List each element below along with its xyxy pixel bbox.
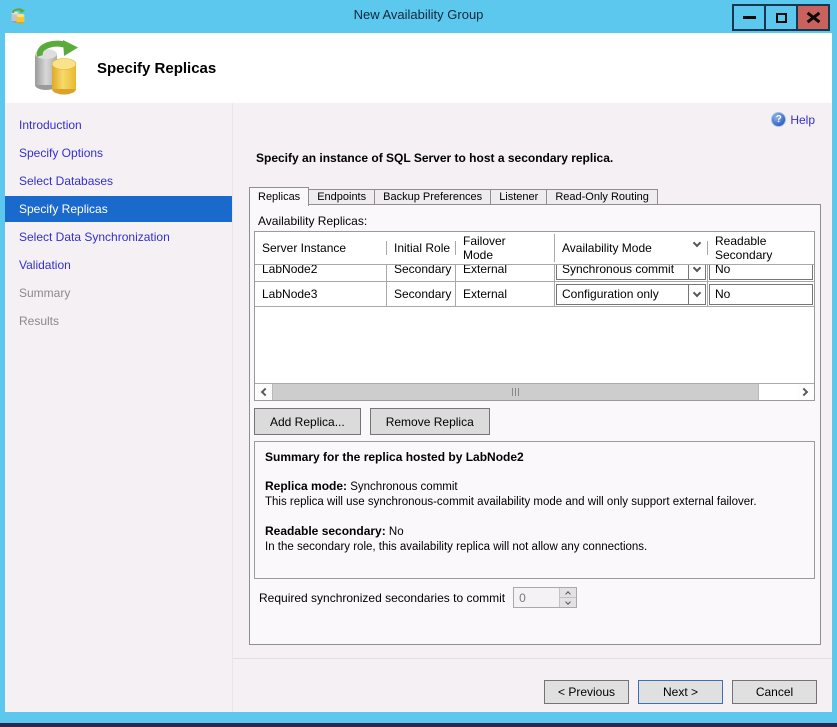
chevron-down-icon (688, 285, 705, 304)
window-title: New Availability Group (0, 7, 837, 22)
availability-replicas-grid: Server Instance Initial Role Failover Mo… (254, 231, 815, 401)
scroll-left-button[interactable] (255, 384, 272, 400)
minimize-button[interactable] (732, 4, 766, 31)
tab-listener[interactable]: Listener (491, 189, 547, 205)
wizard-header: Specify Replicas (5, 33, 832, 103)
tab-read-only-routing[interactable]: Read-Only Routing (547, 189, 658, 205)
spinner-down-button[interactable] (560, 597, 576, 607)
help-icon: ? (771, 112, 786, 127)
previous-button[interactable]: < Previous (544, 680, 629, 704)
footer-divider (233, 658, 832, 659)
sidebar-item-select-data-synchronization[interactable]: Select Data Synchronization (5, 224, 232, 250)
scrollbar-track[interactable] (759, 384, 797, 400)
sidebar-item-select-databases[interactable]: Select Databases (5, 168, 232, 194)
wizard-steps-sidebar: Introduction Specify Options Select Data… (5, 103, 232, 712)
summary-title: Summary for the replica hosted by LabNod… (265, 450, 804, 465)
next-button[interactable]: Next > (638, 680, 723, 704)
close-icon (807, 11, 820, 24)
add-replica-button[interactable]: Add Replica... (254, 408, 361, 435)
horizontal-scrollbar (255, 383, 814, 400)
cell-server-instance: LabNode3 (255, 282, 387, 306)
col-header-readable-secondary: Readable Secondary (708, 234, 814, 262)
tabstrip: Replicas Endpoints Backup Preferences Li… (249, 186, 658, 205)
cell-initial-role: Secondary (387, 282, 456, 306)
col-header-failover-mode: Failover Mode (463, 234, 525, 262)
col-header-availability-mode: Availability Mode (555, 241, 708, 255)
help-link[interactable]: ? Help (771, 112, 815, 127)
replica-mode-description: This replica will use synchronous-commit… (265, 495, 804, 510)
sidebar-item-specify-replicas[interactable]: Specify Replicas (5, 196, 232, 222)
sidebar-item-specify-options[interactable]: Specify Options (5, 140, 232, 166)
window-bottom-edge (0, 723, 837, 727)
readable-secondary-label: Readable secondary: (265, 524, 386, 538)
sidebar-item-validation[interactable]: Validation (5, 252, 232, 278)
database-sync-icon (32, 40, 80, 96)
page-title: Specify Replicas (97, 60, 216, 77)
titlebar: New Availability Group (0, 0, 837, 33)
replica-mode-label: Replica mode: (265, 479, 347, 493)
chevron-down-icon (565, 599, 571, 605)
grid-header-row: Server Instance Initial Role Failover Mo… (255, 232, 814, 265)
scrollbar-thumb[interactable] (272, 384, 759, 400)
chevron-right-icon (800, 388, 808, 396)
spinner-value: 0 (514, 588, 559, 607)
availability-replicas-label: Availability Replicas: (258, 214, 367, 228)
tab-replicas[interactable]: Replicas (249, 187, 309, 206)
remove-replica-button[interactable]: Remove Replica (370, 408, 490, 435)
sidebar-item-results: Results (5, 308, 232, 334)
readable-secondary-dropdown[interactable]: No (709, 284, 813, 305)
required-secondaries-spinner[interactable]: 0 (513, 587, 577, 608)
instruction-text: Specify an instance of SQL Server to hos… (256, 151, 613, 165)
spinner-up-button[interactable] (560, 588, 576, 597)
scroll-right-button[interactable] (797, 384, 814, 400)
sidebar-item-introduction[interactable]: Introduction (5, 112, 232, 138)
chevron-up-icon (565, 591, 571, 597)
readable-secondary-value: No (389, 526, 404, 538)
replica-row-labnode3[interactable]: LabNode3 Secondary External Configuratio… (255, 282, 814, 307)
help-label: Help (790, 113, 815, 127)
close-button[interactable] (796, 4, 830, 31)
cancel-button[interactable]: Cancel (732, 680, 817, 704)
new-availability-group-dialog: New Availability Group (0, 0, 837, 727)
col-header-server-instance: Server Instance (255, 241, 387, 255)
col-header-initial-role: Initial Role (394, 241, 450, 255)
maximize-icon (776, 13, 787, 23)
tab-backup-preferences[interactable]: Backup Preferences (375, 189, 491, 205)
chevron-left-icon (261, 388, 269, 396)
replicas-tab-panel: Availability Replicas: Server Instance I… (249, 204, 821, 645)
readable-secondary-description: In the secondary role, this availability… (265, 540, 804, 555)
cell-failover-mode: External (456, 282, 555, 306)
replica-mode-value: Synchronous commit (350, 481, 457, 493)
minimize-icon (743, 16, 756, 19)
wizard-content: ? Help Specify an instance of SQL Server… (232, 103, 832, 712)
availability-mode-dropdown[interactable]: Configuration only (556, 284, 706, 305)
sidebar-item-summary: Summary (5, 280, 232, 306)
replica-summary-box: Summary for the replica hosted by LabNod… (254, 441, 815, 579)
maximize-button[interactable] (764, 4, 798, 31)
required-secondaries-label: Required synchronized secondaries to com… (259, 591, 505, 605)
tab-endpoints[interactable]: Endpoints (309, 189, 375, 205)
